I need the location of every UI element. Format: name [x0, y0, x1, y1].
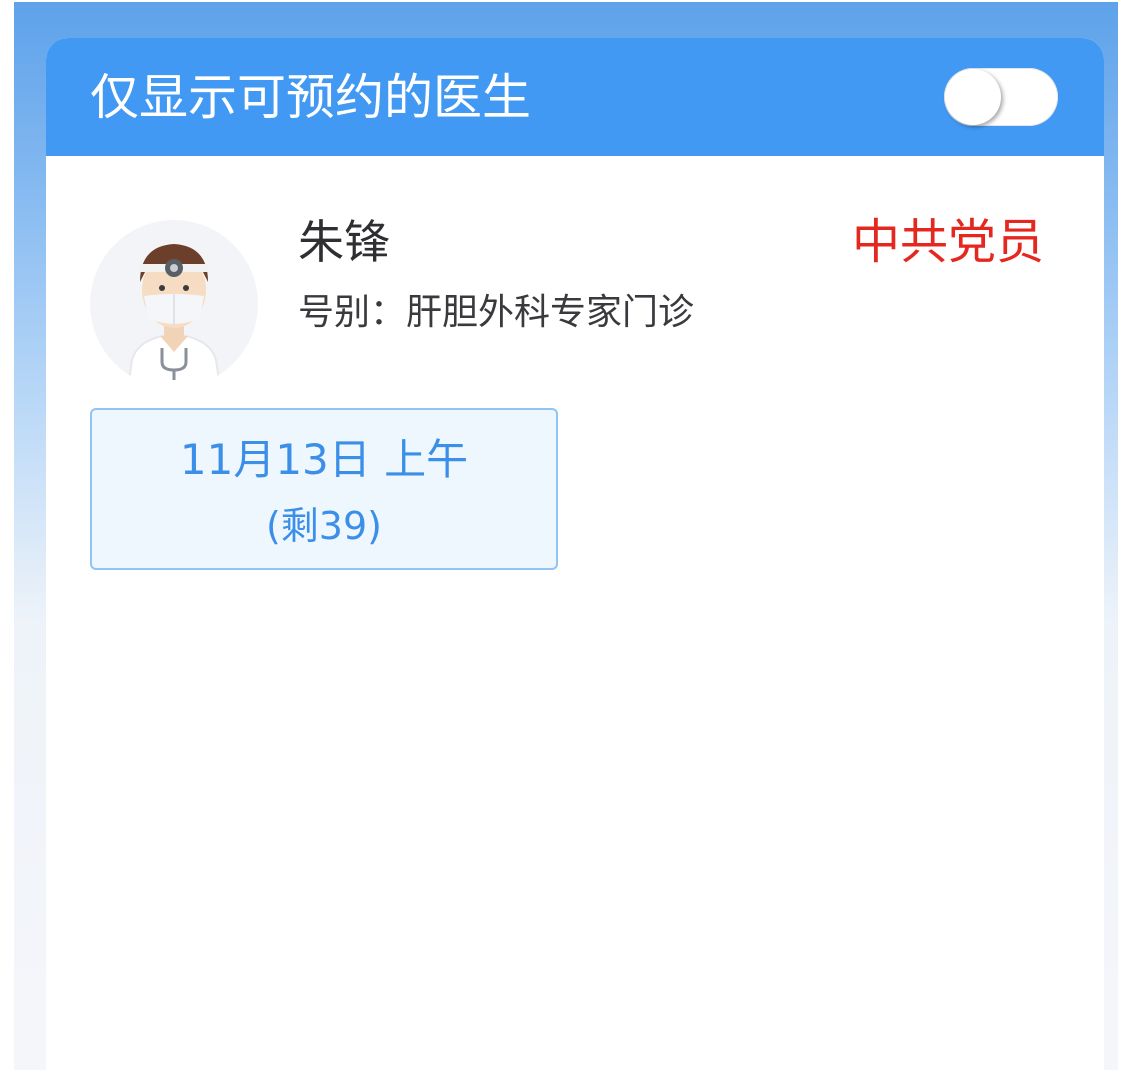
filter-label: 仅显示可预约的医生 — [90, 69, 532, 126]
doctor-avatar-icon — [90, 220, 258, 388]
filter-header: 仅显示可预约的医生 — [46, 38, 1104, 156]
available-only-toggle[interactable] — [944, 68, 1058, 126]
toggle-knob — [945, 69, 1001, 125]
appointment-slot[interactable]: 11月13日 上午 (剩39) — [90, 408, 558, 570]
slot-remaining: (剩39) — [265, 504, 382, 548]
clinic-type: 号别：肝胆外科专家门诊 — [298, 290, 694, 336]
doctor-list-card: 仅显示可预约的医生 朱锋 中共党员 号别：肝胆外科专家门诊 11月13日 上午 … — [46, 38, 1104, 1070]
clinic-type-label: 号别： — [298, 292, 407, 333]
party-member-badge: 中共党员 — [852, 214, 1045, 270]
slot-date: 11月13日 上午 — [179, 435, 469, 484]
doctor-name: 朱锋 — [298, 215, 390, 269]
clinic-type-value: 肝胆外科专家门诊 — [406, 292, 695, 333]
doctor-avatar-illustration — [127, 244, 221, 388]
